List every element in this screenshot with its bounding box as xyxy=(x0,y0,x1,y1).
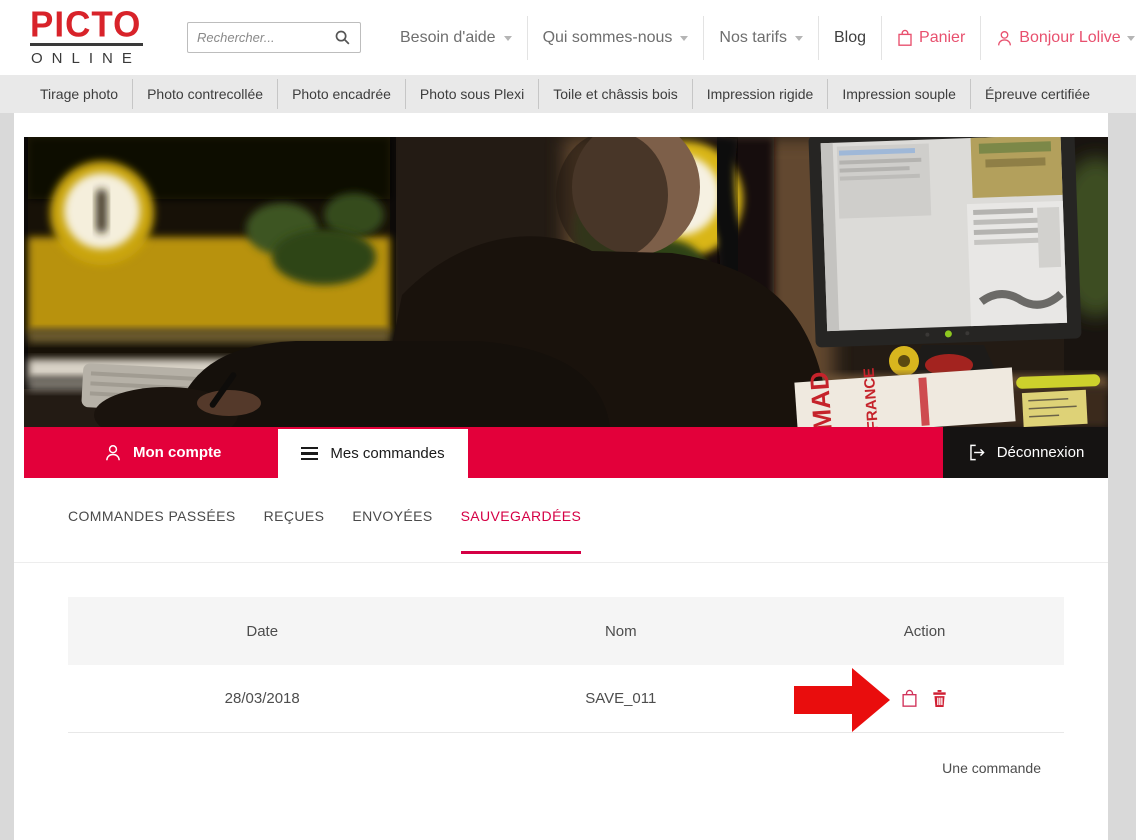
logo-text-online: ONLINE xyxy=(31,50,146,67)
tab-envoyees[interactable]: ENVOYÉES xyxy=(352,508,432,562)
my-orders-tab[interactable]: Mes commandes xyxy=(278,429,468,478)
page-container: MAD FRANCE Mon co xyxy=(14,113,1108,840)
logo[interactable]: PICTO ONLINE xyxy=(30,8,146,67)
tab-recues[interactable]: REÇUES xyxy=(264,508,325,562)
category-navigation: Tirage photo Photo contrecollée Photo en… xyxy=(0,75,1136,113)
page-background: MAD FRANCE Mon co xyxy=(0,113,1136,840)
catnav-item-impression-souple[interactable]: Impression souple xyxy=(828,86,970,102)
table-header-row: Date Nom Action xyxy=(68,597,1064,665)
chevron-down-icon xyxy=(795,36,803,41)
column-header-nom: Nom xyxy=(456,623,785,640)
logout-label: Déconnexion xyxy=(997,444,1085,461)
tab-sauvegardees[interactable]: SAUVEGARDÉES xyxy=(461,508,582,562)
nav-item-blog[interactable]: Blog xyxy=(819,29,881,47)
greeting-label: Bonjour Lolive xyxy=(1019,29,1120,47)
tab-commandes-passees[interactable]: COMMANDES PASSÉES xyxy=(68,508,236,562)
my-account-tab[interactable]: Mon compte xyxy=(104,427,221,478)
my-account-label: Mon compte xyxy=(133,444,221,461)
column-header-action: Action xyxy=(785,623,1064,640)
person-icon xyxy=(996,29,1013,47)
catnav-item-impression-rigide[interactable]: Impression rigide xyxy=(693,86,828,102)
search-box[interactable] xyxy=(187,22,361,53)
orders-count-summary: Une commande xyxy=(942,760,1041,776)
nav-item-label: Besoin d'aide xyxy=(400,29,496,47)
table-row: 28/03/2018 SAVE_011 xyxy=(68,665,1064,733)
nav-item-label: Nos tarifs xyxy=(719,29,787,47)
magnifier-icon xyxy=(334,29,351,46)
column-header-date: Date xyxy=(68,623,456,640)
search-input[interactable] xyxy=(197,30,334,45)
top-navigation: Besoin d'aide Qui sommes-nous Nos tarifs… xyxy=(385,0,1136,75)
order-name: SAVE_011 xyxy=(456,690,785,707)
order-date: 28/03/2018 xyxy=(68,690,456,707)
nav-item-qui-sommes-nous[interactable]: Qui sommes-nous xyxy=(528,29,704,47)
my-orders-label: Mes commandes xyxy=(330,445,444,462)
catnav-item-epreuve-certifiee[interactable]: Épreuve certifiée xyxy=(971,86,1104,102)
order-tabs: COMMANDES PASSÉES REÇUES ENVOYÉES SAUVEG… xyxy=(14,478,1108,563)
chevron-down-icon xyxy=(1127,36,1135,41)
trash-icon xyxy=(931,689,948,708)
logout-button[interactable]: Déconnexion xyxy=(943,427,1108,478)
hero-image: MAD FRANCE xyxy=(24,137,1108,427)
order-actions xyxy=(785,689,1064,708)
catnav-item-toile-chassis-bois[interactable]: Toile et châssis bois xyxy=(539,86,692,102)
account-bar: Mon compte Mes commandes Déconnexion xyxy=(24,427,1108,478)
orders-table: Date Nom Action 28/03/2018 SAVE_011 xyxy=(68,597,1064,733)
logout-icon xyxy=(967,443,986,462)
load-order-button[interactable] xyxy=(901,689,918,708)
delete-order-button[interactable] xyxy=(931,689,948,708)
site-header: PICTO ONLINE Besoin d'aide Qui sommes-no… xyxy=(0,0,1136,75)
nav-item-label: Qui sommes-nous xyxy=(543,29,673,47)
catnav-item-photo-sous-plexi[interactable]: Photo sous Plexi xyxy=(406,86,538,102)
catnav-item-tirage-photo[interactable]: Tirage photo xyxy=(26,86,132,102)
search-button[interactable] xyxy=(334,29,351,46)
cart-button[interactable]: Panier xyxy=(882,29,980,47)
catnav-item-photo-encadree[interactable]: Photo encadrée xyxy=(278,86,405,102)
shopping-bag-icon xyxy=(901,689,918,708)
account-menu-button[interactable]: Bonjour Lolive xyxy=(981,29,1136,47)
cart-label: Panier xyxy=(919,29,965,47)
nav-item-label: Blog xyxy=(834,29,866,47)
nav-item-besoin-daide[interactable]: Besoin d'aide xyxy=(385,29,527,47)
hero-box-text-mad: MAD xyxy=(804,371,838,427)
hamburger-icon xyxy=(301,447,318,461)
chevron-down-icon xyxy=(680,36,688,41)
chevron-down-icon xyxy=(504,36,512,41)
logo-text-picto: PICTO xyxy=(30,7,146,42)
catnav-item-photo-contrecollee[interactable]: Photo contrecollée xyxy=(133,86,277,102)
nav-item-nos-tarifs[interactable]: Nos tarifs xyxy=(704,29,818,47)
person-icon xyxy=(104,443,122,462)
shopping-bag-icon xyxy=(897,29,913,47)
